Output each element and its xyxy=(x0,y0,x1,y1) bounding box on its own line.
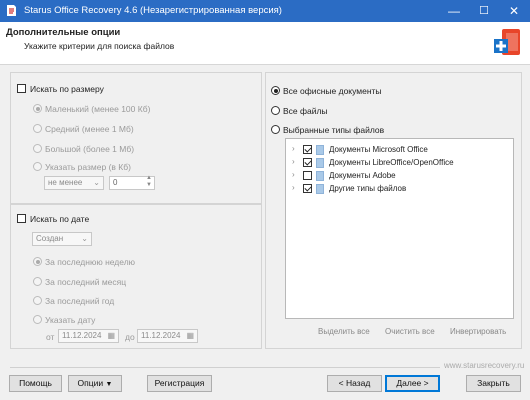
date-week-radio[interactable] xyxy=(33,257,42,266)
search-by-date-checkbox[interactable] xyxy=(17,214,26,223)
tree-item-label: Документы LibreOffice/OpenOffice xyxy=(329,158,454,167)
tree-item[interactable]: › Другие типы файлов xyxy=(286,183,506,195)
date-year-label: За последний год xyxy=(45,296,115,306)
website-link: www.starusrecovery.ru xyxy=(444,361,525,370)
close-button[interactable]: Закрыть xyxy=(466,375,521,392)
close-window-button[interactable]: ✕ xyxy=(499,0,529,22)
date-from-label: от xyxy=(46,332,55,342)
size-large-label: Большой (более 1 Мб) xyxy=(45,144,135,154)
size-value: 0 xyxy=(113,178,118,187)
chevron-down-icon: ⌄ xyxy=(81,234,88,243)
document-icon xyxy=(316,145,324,155)
size-custom-radio[interactable] xyxy=(33,162,42,171)
spin-arrows-icon: ▲ ▼ xyxy=(146,175,152,188)
tree-item-label: Документы Adobe xyxy=(329,171,396,180)
tree-item-checkbox[interactable] xyxy=(303,145,312,154)
date-from-picker[interactable]: 11.12.2024 ▦ xyxy=(58,329,119,343)
tree-item-checkbox[interactable] xyxy=(303,184,312,193)
next-button[interactable]: Далее > xyxy=(385,375,440,392)
all-files-radio[interactable] xyxy=(271,106,280,115)
minimize-button[interactable]: — xyxy=(439,0,469,22)
back-button[interactable]: < Назад xyxy=(327,375,382,392)
page-header: Дополнительные опции Укажите критерии дл… xyxy=(0,22,530,65)
options-button[interactable]: Опции ▼ xyxy=(68,375,122,392)
expand-arrow-icon[interactable]: › xyxy=(292,144,295,153)
all-files-label: Все файлы xyxy=(283,106,328,116)
calendar-icon: ▦ xyxy=(107,331,115,340)
options-button-label: Опции xyxy=(77,378,104,388)
title-bar: Starus Office Recovery 4.6 (Незарегистри… xyxy=(0,0,530,22)
selected-types-label: Выбранные типы файлов xyxy=(283,125,385,135)
document-icon xyxy=(316,184,324,194)
dropdown-arrow-icon: ▼ xyxy=(105,381,113,388)
date-to-picker[interactable]: 11.12.2024 ▦ xyxy=(137,329,198,343)
tree-item-label: Другие типы файлов xyxy=(329,184,407,193)
size-custom-label: Указать размер (в Кб) xyxy=(45,162,131,172)
page-subtitle: Укажите критерии для поиска файлов xyxy=(24,41,175,51)
size-small-radio[interactable] xyxy=(33,104,42,113)
date-week-label: За последнюю неделю xyxy=(45,257,136,267)
size-comparison-dropdown[interactable]: не менее ⌄ xyxy=(44,176,104,190)
expand-arrow-icon[interactable]: › xyxy=(292,157,295,166)
search-by-date-label: Искать по дате xyxy=(30,214,90,224)
search-by-size-checkbox[interactable] xyxy=(17,84,26,93)
size-large-radio[interactable] xyxy=(33,144,42,153)
date-month-radio[interactable] xyxy=(33,277,42,286)
invert-button[interactable]: Инвертировать xyxy=(450,327,506,336)
all-office-docs-radio[interactable] xyxy=(271,86,280,95)
date-from-value: 11.12.2024 xyxy=(62,331,102,340)
help-button[interactable]: Помощь xyxy=(9,375,62,392)
size-medium-label: Средний (менее 1 Мб) xyxy=(45,124,134,134)
select-all-button[interactable]: Выделить все xyxy=(318,327,370,336)
date-to-value: 11.12.2024 xyxy=(141,331,181,340)
expand-arrow-icon[interactable]: › xyxy=(292,170,295,179)
page-title: Дополнительные опции xyxy=(6,27,121,38)
tree-item-checkbox[interactable] xyxy=(303,158,312,167)
selected-types-radio[interactable] xyxy=(271,125,280,134)
size-value-stepper[interactable]: 0 ▲ ▼ xyxy=(109,175,155,190)
date-custom-radio[interactable] xyxy=(33,315,42,324)
document-icon xyxy=(316,171,324,181)
chevron-down-icon: ⌄ xyxy=(93,178,100,187)
tree-item-label: Документы Microsoft Office xyxy=(329,145,428,154)
tree-item[interactable]: › Документы LibreOffice/OpenOffice xyxy=(286,157,506,169)
size-medium-radio[interactable] xyxy=(33,124,42,133)
document-icon xyxy=(316,158,324,168)
maximize-button[interactable]: ☐ xyxy=(469,0,499,22)
footer-divider xyxy=(10,367,440,368)
office-recovery-logo-icon xyxy=(494,29,520,55)
tree-item[interactable]: › Документы Microsoft Office xyxy=(286,144,506,156)
tree-item[interactable]: › Документы Adobe xyxy=(286,170,506,182)
expand-arrow-icon[interactable]: › xyxy=(292,183,295,192)
calendar-icon: ▦ xyxy=(186,331,194,340)
all-office-docs-label: Все офисные документы xyxy=(283,86,382,96)
register-button[interactable]: Регистрация xyxy=(147,375,212,392)
date-year-radio[interactable] xyxy=(33,296,42,305)
size-comparison-value: не менее xyxy=(48,178,83,187)
date-to-label: до xyxy=(125,332,135,342)
size-small-label: Маленький (менее 100 Кб) xyxy=(45,104,151,114)
date-type-value: Создан xyxy=(36,234,64,243)
date-type-dropdown[interactable]: Создан ⌄ xyxy=(32,232,92,246)
date-custom-label: Указать дату xyxy=(45,315,96,325)
window-title: Starus Office Recovery 4.6 (Незарегистри… xyxy=(24,5,282,16)
search-by-size-label: Искать по размеру xyxy=(30,84,104,94)
tree-item-checkbox[interactable] xyxy=(303,171,312,180)
file-types-tree: › Документы Microsoft Office › Документы… xyxy=(285,138,514,319)
app-icon xyxy=(7,5,16,16)
clear-all-button[interactable]: Очистить все xyxy=(385,327,435,336)
date-month-label: За последний месяц xyxy=(45,277,127,287)
